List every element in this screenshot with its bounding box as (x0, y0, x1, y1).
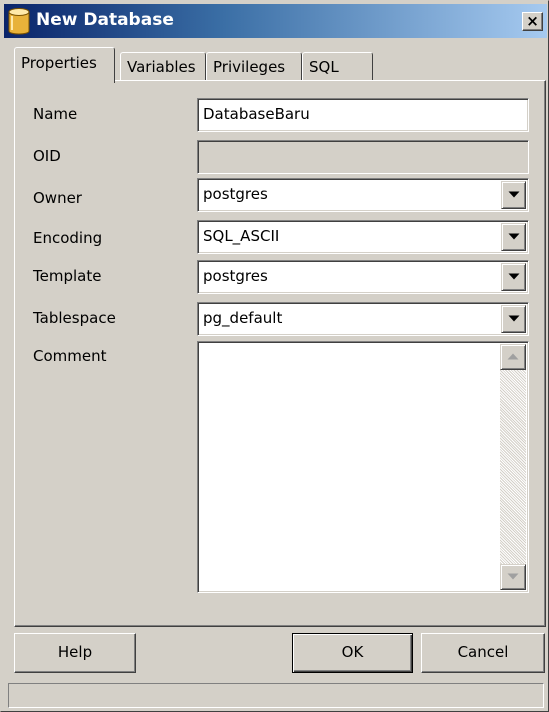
ok-label: OK (341, 643, 364, 661)
tab-properties[interactable]: Properties (14, 47, 115, 83)
oid-label: OID (33, 147, 61, 165)
chevron-down-icon (508, 315, 519, 322)
help-label: Help (57, 643, 93, 661)
owner-dropdown-button[interactable] (501, 181, 526, 209)
chevron-down-icon (508, 273, 519, 280)
help-button[interactable]: Help (14, 633, 136, 673)
tablespace-label: Tablespace (33, 309, 116, 327)
ok-button[interactable]: OK (292, 633, 413, 673)
title-bar[interactable]: New Database × (4, 4, 547, 38)
encoding-label: Encoding (33, 229, 103, 247)
template-label: Template (33, 267, 102, 285)
scroll-up-button[interactable] (500, 344, 526, 370)
name-input[interactable]: DatabaseBaru (197, 98, 529, 132)
window-title: New Database (36, 10, 174, 30)
new-database-dialog: New Database × Properties Variables Priv… (0, 0, 549, 712)
tab-sql[interactable]: SQL (302, 52, 373, 81)
encoding-select[interactable]: SQL_ASCII (197, 220, 529, 254)
comment-textarea[interactable] (197, 341, 529, 593)
tab-label: Variables (127, 58, 196, 76)
close-icon: × (526, 12, 539, 30)
status-bar (8, 683, 544, 708)
tab-variables[interactable]: Variables (120, 52, 206, 81)
scroll-down-arrow-icon (507, 573, 519, 580)
oid-input (197, 140, 529, 174)
tab-label: Privileges (213, 58, 286, 76)
encoding-value: SQL_ASCII (203, 227, 280, 245)
owner-label: Owner (33, 189, 82, 207)
tablespace-dropdown-button[interactable] (501, 305, 526, 333)
chevron-down-icon (508, 233, 519, 240)
name-label: Name (33, 105, 78, 123)
template-dropdown-button[interactable] (501, 263, 526, 291)
name-value: DatabaseBaru (203, 105, 310, 123)
tablespace-value: pg_default (203, 309, 283, 327)
template-value: postgres (203, 267, 268, 285)
scroll-down-button[interactable] (500, 564, 526, 590)
tablespace-select[interactable]: pg_default (197, 302, 529, 336)
properties-panel: Name DatabaseBaru OID Owner postgres Enc… (14, 80, 546, 627)
tab-label: SQL (309, 58, 339, 76)
close-button[interactable]: × (522, 12, 543, 31)
owner-value: postgres (203, 185, 268, 203)
chevron-down-icon (508, 191, 519, 198)
comment-label: Comment (33, 347, 107, 365)
cancel-label: Cancel (457, 643, 509, 661)
database-icon (6, 7, 32, 35)
tab-privileges[interactable]: Privileges (206, 52, 302, 81)
scroll-up-arrow-icon (507, 353, 519, 360)
template-select[interactable]: postgres (197, 260, 529, 294)
tab-label: Properties (21, 54, 97, 72)
encoding-dropdown-button[interactable] (501, 223, 526, 251)
cancel-button[interactable]: Cancel (421, 633, 545, 673)
owner-select[interactable]: postgres (197, 178, 529, 212)
comment-scrollbar[interactable] (500, 344, 526, 590)
